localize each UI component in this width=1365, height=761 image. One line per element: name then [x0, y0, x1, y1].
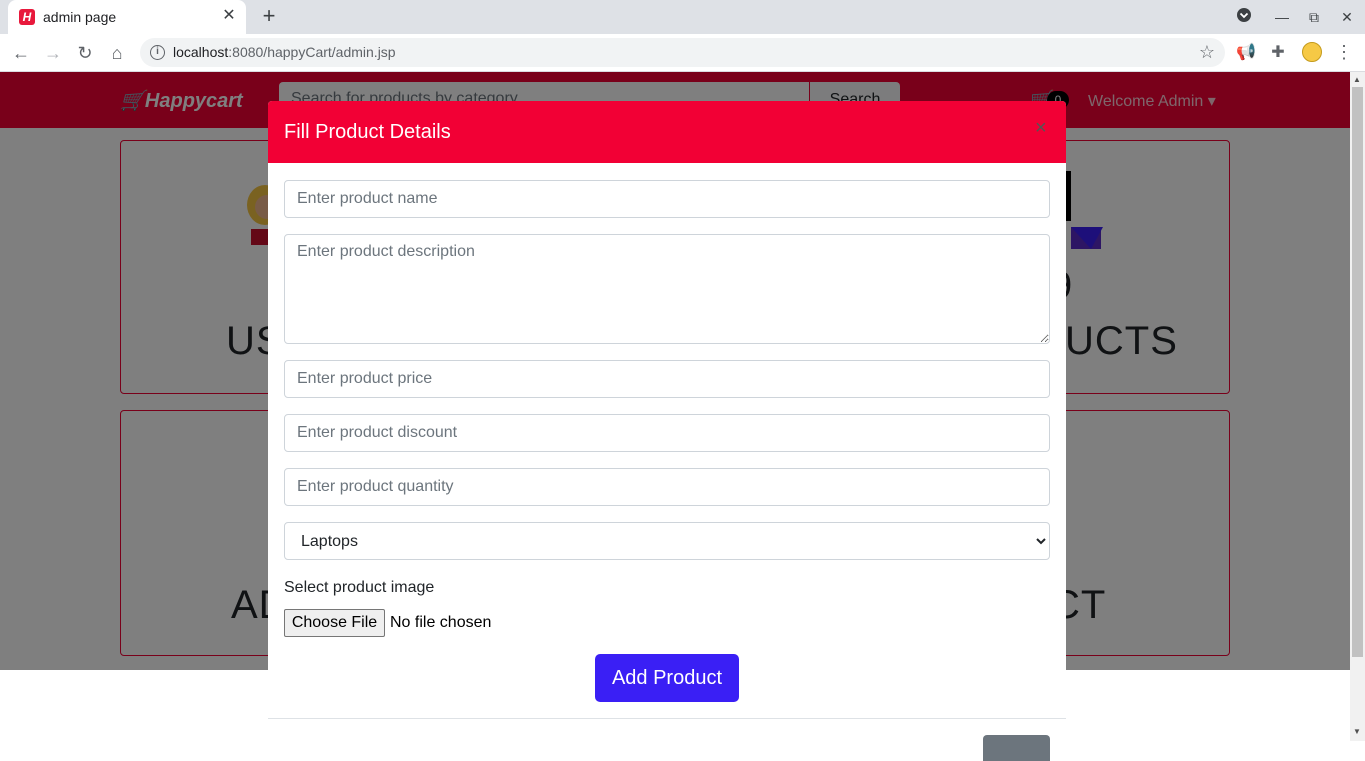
forward-icon[interactable]: → [41, 41, 65, 65]
reload-icon[interactable]: ↻ [73, 41, 97, 65]
scroll-down-icon[interactable]: ▼ [1353, 727, 1361, 736]
extensions-icon[interactable]: ✚ [1268, 43, 1288, 63]
browser-toolbar: ← → ↻ ⌂ i localhost:8080/happyCart/admin… [0, 34, 1365, 72]
close-button[interactable] [983, 735, 1050, 761]
close-window-icon[interactable]: ✕ [1337, 7, 1357, 27]
product-price-input[interactable] [284, 360, 1050, 398]
product-description-input[interactable] [284, 234, 1050, 344]
modal-close-icon[interactable]: × [1035, 118, 1047, 138]
tab-search-icon[interactable] [1234, 7, 1254, 28]
product-name-input[interactable] [284, 180, 1050, 218]
modal-header: Fill Product Details × [268, 101, 1066, 163]
back-icon[interactable]: ← [9, 41, 33, 65]
info-icon[interactable]: i [150, 45, 165, 60]
scroll-thumb[interactable] [1352, 87, 1363, 657]
modal-title: Fill Product Details [284, 121, 451, 143]
choose-file-button[interactable]: Choose File [284, 609, 385, 637]
browser-tab[interactable]: H admin page ✕ [8, 0, 246, 34]
new-tab-icon[interactable]: + [258, 5, 280, 27]
restore-icon[interactable]: ⧉ [1304, 7, 1324, 27]
scroll-up-icon[interactable]: ▲ [1353, 75, 1361, 84]
url-text: localhost:8080/happyCart/admin.jsp [173, 44, 396, 60]
tab-close-icon[interactable]: ✕ [220, 7, 238, 25]
add-product-button[interactable]: Add Product [595, 654, 739, 702]
product-discount-input[interactable] [284, 414, 1050, 452]
image-label: Select product image [284, 579, 435, 596]
browser-menu-icon[interactable]: ⋮ [1335, 42, 1353, 62]
file-status-text: No file chosen [390, 614, 492, 631]
page-scrollbar[interactable]: ▲ ▼ [1350, 72, 1365, 741]
product-quantity-input[interactable] [284, 468, 1050, 506]
home-icon[interactable]: ⌂ [105, 41, 129, 65]
megaphone-icon[interactable]: 📢 [1236, 43, 1256, 63]
address-bar[interactable]: i localhost:8080/happyCart/admin.jsp ☆ [140, 38, 1225, 67]
minimize-icon[interactable]: — [1272, 7, 1292, 27]
favicon-icon: H [19, 9, 35, 25]
profile-avatar[interactable] [1302, 42, 1322, 62]
modal-footer [268, 718, 1066, 761]
category-select[interactable]: Laptops [284, 522, 1050, 560]
browser-tabbar: H admin page ✕ + — ⧉ ✕ [0, 0, 1365, 34]
tab-title: admin page [43, 9, 117, 25]
bookmark-star-icon[interactable]: ☆ [1199, 42, 1215, 63]
add-product-modal: Fill Product Details × Laptops Select pr… [268, 101, 1066, 761]
